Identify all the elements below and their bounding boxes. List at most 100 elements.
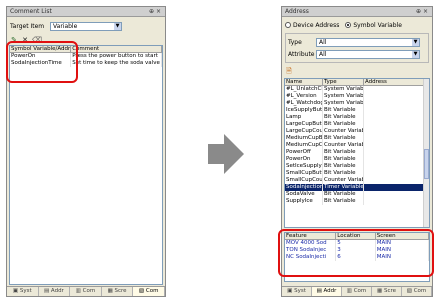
tab-screen[interactable]: ▦ Scre bbox=[102, 287, 134, 296]
tab-common[interactable]: ▥ Com bbox=[342, 287, 372, 296]
chevron-down-icon: ▼ bbox=[412, 38, 419, 46]
table-row[interactable]: MediumCupButBit Variable bbox=[285, 135, 429, 142]
type-select[interactable]: All ▼ bbox=[316, 37, 420, 47]
table-row[interactable]: LargeCupCoun Counter Variab bbox=[285, 128, 429, 135]
tab-label: Com bbox=[82, 288, 96, 294]
table-row[interactable]: SodaInjectionT Timer Variable bbox=[285, 184, 429, 191]
table-row[interactable]: LargeCupButtoBit Variable bbox=[285, 121, 429, 128]
row-type: Bit Variable bbox=[323, 170, 364, 177]
table-row[interactable]: #L_UnlatchCle System Variab bbox=[285, 86, 429, 93]
row-address bbox=[364, 107, 425, 114]
row-address bbox=[364, 184, 425, 191]
row-name: SupplyIce bbox=[285, 198, 323, 205]
row-address bbox=[364, 142, 425, 149]
table-row[interactable]: PowerOn Bit Variable bbox=[285, 156, 429, 163]
row-type: Bit Variable bbox=[323, 156, 364, 163]
row-name: SmallCupCoun bbox=[286, 177, 323, 184]
table-row[interactable]: SupplyIce Bit Variable bbox=[285, 198, 429, 205]
tab-label: Com bbox=[413, 288, 427, 294]
tab-address[interactable]: ▤ Addr bbox=[312, 287, 342, 296]
row-address bbox=[364, 170, 425, 177]
row-name: Lamp bbox=[285, 114, 323, 121]
row-type: Bit Variable bbox=[323, 135, 364, 142]
column-header[interactable]: Name bbox=[285, 79, 323, 85]
table-row[interactable]: MediumCupCouCounter Variab bbox=[285, 142, 429, 149]
attribute-select[interactable]: All ▼ bbox=[316, 49, 420, 59]
row-type: System Variab bbox=[324, 93, 364, 100]
tab-label: Addr bbox=[323, 288, 337, 294]
row-type: Bit Variable bbox=[323, 191, 364, 198]
table-row[interactable]: SmallCupCoun Counter Variab bbox=[285, 177, 429, 184]
close-icon[interactable]: × bbox=[422, 8, 429, 15]
row-comment: Set time to keep the soda valve bbox=[71, 60, 162, 67]
row-address bbox=[364, 156, 425, 163]
row-type: Bit Variable bbox=[323, 121, 364, 128]
row-address bbox=[364, 100, 425, 107]
tab-label: Syst bbox=[19, 288, 32, 294]
tab-system[interactable]: ▣ Syst bbox=[7, 287, 39, 296]
comment-list-title: Comment List bbox=[10, 8, 52, 15]
tab-comment[interactable]: ▧ Com bbox=[402, 287, 432, 296]
variable-rows: #L_UnlatchCle System Variab #L_Version Syst… bbox=[285, 86, 429, 205]
attribute-row: Attribute All ▼ bbox=[288, 49, 426, 59]
tab-common[interactable]: ▥ Com bbox=[70, 287, 102, 296]
row-type: Bit Variable bbox=[323, 107, 364, 114]
table-row[interactable]: SmallCupButto Bit Variable bbox=[285, 170, 429, 177]
target-item-value: Variable bbox=[53, 22, 78, 30]
column-header[interactable]: Comment bbox=[71, 46, 162, 52]
pin-icon[interactable]: ⊕ bbox=[148, 8, 155, 15]
close-icon[interactable]: × bbox=[155, 8, 162, 15]
table-row[interactable]: PowerOff Bit Variable bbox=[285, 149, 429, 156]
variable-table: Name Type Address #L_UnlatchCle System Va… bbox=[284, 78, 430, 228]
type-value: All bbox=[319, 38, 327, 46]
tab-label: Com bbox=[353, 288, 367, 294]
tab-system[interactable]: ▣ Syst bbox=[282, 287, 312, 296]
row-comment: Press the power button to start bbox=[71, 53, 162, 60]
attribute-label: Attribute bbox=[288, 50, 315, 58]
row-name: SodaInjectionT bbox=[286, 184, 323, 191]
highlight-box bbox=[6, 41, 78, 83]
row-name: #L_WatchdogTi bbox=[285, 100, 323, 107]
pin-icon[interactable]: ⊕ bbox=[415, 8, 422, 15]
table-row[interactable]: IceSupplyButtoBit Variable bbox=[285, 107, 429, 114]
tab-label: Scre bbox=[383, 288, 396, 294]
device-address-radio[interactable] bbox=[285, 22, 291, 28]
tab-label: Syst bbox=[294, 288, 306, 294]
table-row[interactable]: SodaValve Bit Variable bbox=[285, 191, 429, 198]
address-title: Address bbox=[285, 8, 309, 15]
chevron-down-icon: ▼ bbox=[412, 50, 419, 58]
address-mode-row: Device Address Symbol Variable bbox=[285, 21, 429, 29]
row-type: Counter Variab bbox=[324, 128, 364, 135]
address-tabbar: ▣ Syst ▤ Addr ▥ Com ▦ Scre ▧ Com bbox=[282, 286, 432, 296]
column-header[interactable]: Type bbox=[323, 79, 364, 85]
vertical-scrollbar[interactable] bbox=[423, 79, 429, 227]
column-header[interactable]: Address bbox=[364, 79, 425, 85]
row-address bbox=[364, 121, 425, 128]
table-row[interactable]: #L_Version System Variab bbox=[285, 93, 429, 100]
row-type: Timer Variable bbox=[324, 184, 364, 191]
row-address bbox=[364, 86, 425, 93]
row-type: Bit Variable bbox=[323, 149, 364, 156]
table-row[interactable]: Lamp Bit Variable bbox=[285, 114, 429, 121]
device-address-label: Device Address bbox=[293, 21, 340, 29]
tab-comment[interactable]: ▧ Com bbox=[133, 287, 165, 296]
new-variable-icon[interactable]: 🗎 bbox=[285, 67, 293, 75]
row-address bbox=[364, 135, 425, 142]
variable-table-header: Name Type Address bbox=[285, 79, 429, 86]
symbol-variable-radio[interactable] bbox=[345, 22, 352, 28]
row-name: LargeCupCoun bbox=[286, 128, 323, 135]
highlight-box bbox=[278, 229, 434, 277]
symbol-variable-label: Symbol Variable bbox=[353, 21, 402, 29]
scroll-thumb[interactable] bbox=[424, 149, 429, 179]
tab-label: Scre bbox=[114, 288, 127, 294]
tab-screen[interactable]: ▦ Scre bbox=[372, 287, 402, 296]
row-address bbox=[364, 177, 425, 184]
comment-list-tabbar: ▣ Syst ▤ Addr ▥ Com ▦ Scre ▧ Com bbox=[7, 286, 165, 296]
row-address bbox=[364, 191, 425, 198]
table-row[interactable]: SetIceSupplyC Bit Variable bbox=[285, 163, 429, 170]
row-address bbox=[364, 128, 425, 135]
row-type: System Variab bbox=[324, 100, 364, 107]
table-row[interactable]: #L_WatchdogTiSystem Variab bbox=[285, 100, 429, 107]
target-item-select[interactable]: Variable ▼ bbox=[50, 21, 122, 31]
tab-address[interactable]: ▤ Addr bbox=[39, 287, 71, 296]
